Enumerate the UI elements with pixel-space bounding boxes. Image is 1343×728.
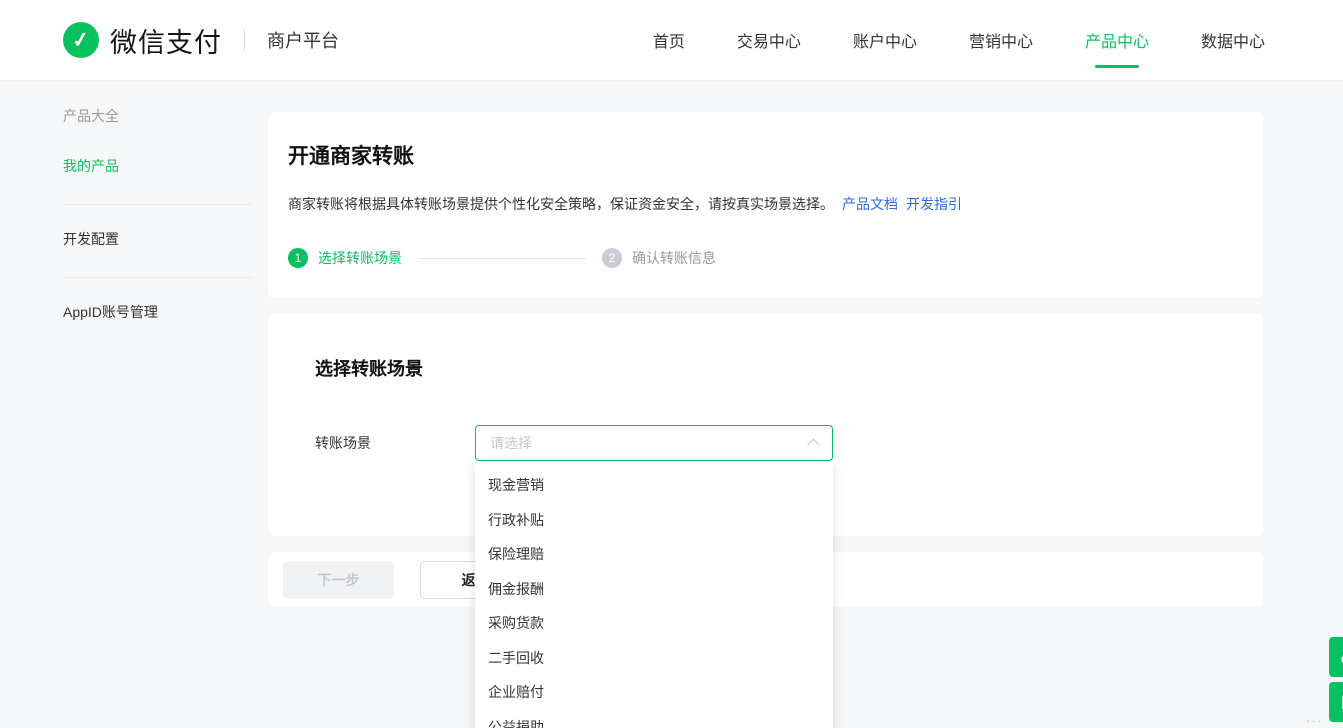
step-1-label: 选择转账场景 xyxy=(318,248,402,268)
dev-guide-link[interactable]: 开发指引 xyxy=(906,196,962,212)
sidebar-item-my-products[interactable]: 我的产品 xyxy=(63,158,253,174)
option-enterprise-compensation[interactable]: 企业赔付 xyxy=(475,675,833,710)
transfer-scene-label: 转账场景 xyxy=(315,433,475,453)
wechat-pay-logo[interactable]: ✓ 微信支付 xyxy=(63,21,222,60)
customer-service-icon xyxy=(1339,647,1343,667)
platform-name: 商户平台 xyxy=(267,27,339,53)
logo-text: 微信支付 xyxy=(110,21,222,60)
divider xyxy=(63,277,253,278)
option-insurance-claim[interactable]: 保险理赔 xyxy=(475,537,833,572)
nav-item-trade-center[interactable]: 交易中心 xyxy=(737,0,801,81)
form-row: 转账场景 请选择 xyxy=(315,425,1263,461)
step-1-circle-icon: 1 xyxy=(288,248,308,268)
nav-item-account-center[interactable]: 账户中心 xyxy=(853,0,917,81)
step-connector xyxy=(418,258,586,259)
option-clipped-last[interactable]: 公益捐助 xyxy=(475,710,833,728)
sidebar-item-dev-config[interactable]: 开发配置 xyxy=(63,231,253,247)
option-procurement[interactable]: 采购货款 xyxy=(475,606,833,641)
page-title: 开通商家转账 xyxy=(288,142,1239,172)
top-header: ✓ 微信支付 商户平台 首页 交易中心 账户中心 营销中心 产品中心 数据中心 xyxy=(0,0,1343,81)
divider xyxy=(244,29,245,51)
nav-item-home[interactable]: 首页 xyxy=(653,0,685,81)
page: ✓ 微信支付 商户平台 首页 交易中心 账户中心 营销中心 产品中心 数据中心 … xyxy=(0,0,1343,728)
customer-service-float-button[interactable] xyxy=(1329,637,1343,677)
nav-item-marketing-center[interactable]: 营销中心 xyxy=(969,0,1033,81)
intro-card: 开通商家转账 商家转账将根据具体转账场景提供个性化安全策略，保证资金安全，请按真… xyxy=(268,112,1263,298)
option-admin-subsidy[interactable]: 行政补贴 xyxy=(475,503,833,538)
nav-item-product-center[interactable]: 产品中心 xyxy=(1085,0,1149,81)
step-2-circle-icon: 2 xyxy=(602,248,622,268)
step-confirm-info: 2 确认转账信息 xyxy=(602,248,716,268)
sidebar-item-appid-management[interactable]: AppID账号管理 xyxy=(63,304,253,320)
form-title: 选择转账场景 xyxy=(315,359,1263,379)
select-dropdown: 现金营销 行政补贴 保险理赔 佣金报酬 采购货款 二手回收 企业赔付 公益捐助 xyxy=(475,462,833,728)
transfer-scene-select[interactable]: 请选择 xyxy=(475,425,833,461)
sidebar: 产品大全 我的产品 开发配置 AppID账号管理 xyxy=(63,108,253,320)
intro-description-text: 商家转账将根据具体转账场景提供个性化安全策略，保证资金安全，请按真实场景选择。 xyxy=(288,196,834,212)
chevron-up-icon xyxy=(807,438,820,451)
option-secondhand-recycle[interactable]: 二手回收 xyxy=(475,641,833,676)
product-doc-link[interactable]: 产品文档 xyxy=(842,196,898,212)
select-placeholder: 请选择 xyxy=(490,433,532,453)
feedback-float-button[interactable] xyxy=(1329,682,1343,722)
step-2-label: 确认转账信息 xyxy=(632,248,716,268)
corner-ellipsis: ... xyxy=(1306,710,1323,725)
feedback-icon xyxy=(1339,692,1343,712)
wechat-pay-logo-icon: ✓ xyxy=(63,22,99,58)
stepper: 1 选择转账场景 2 确认转账信息 xyxy=(288,248,1239,268)
option-commission[interactable]: 佣金报酬 xyxy=(475,572,833,607)
intro-description: 商家转账将根据具体转账场景提供个性化安全策略，保证资金安全，请按真实场景选择。产… xyxy=(288,194,1239,214)
option-cash-marketing[interactable]: 现金营销 xyxy=(475,468,833,503)
nav-item-data-center[interactable]: 数据中心 xyxy=(1201,0,1265,81)
main-nav: 首页 交易中心 账户中心 营销中心 产品中心 数据中心 xyxy=(653,0,1265,81)
divider xyxy=(63,204,253,205)
sidebar-section-title: 产品大全 xyxy=(63,108,253,124)
next-step-button[interactable]: 下一步 xyxy=(283,561,394,599)
step-select-scene: 1 选择转账场景 xyxy=(288,248,402,268)
